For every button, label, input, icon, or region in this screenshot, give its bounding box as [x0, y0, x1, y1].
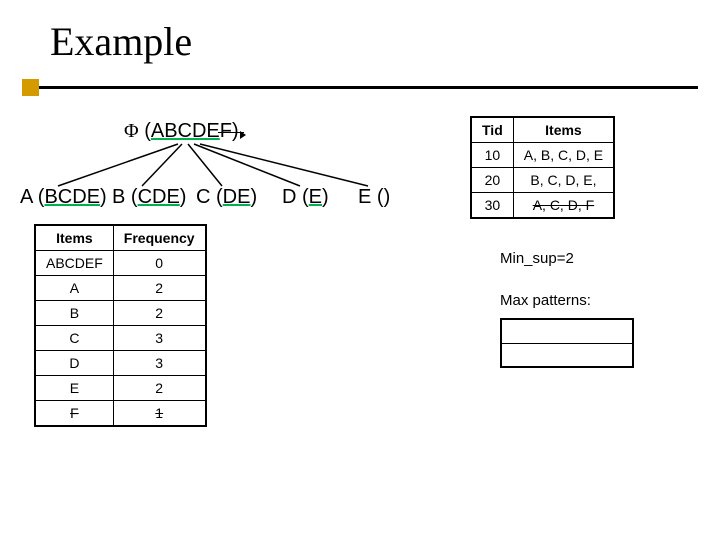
minsup-label: Min_sup=2 [500, 250, 574, 267]
tid-header-row: Tid Items [471, 117, 614, 143]
child-node-d: D (E) [282, 186, 329, 209]
accent-square [22, 79, 39, 96]
freq-row: E2 [35, 376, 206, 401]
slide-title: Example [50, 18, 192, 65]
max-patterns-divider [502, 343, 632, 344]
freq-header-row: Items Frequency [35, 225, 206, 251]
freq-row: C3 [35, 326, 206, 351]
freq-table: Items Frequency ABCDEF0 A2 B2 C3 D3 E2 F… [34, 224, 207, 427]
tid-table-wrap: Tid Items 10 A, B, C, D, E 20 B, C, D, E… [470, 116, 615, 219]
freq-row: ABCDEF0 [35, 251, 206, 276]
freq-table-wrap: Items Frequency ABCDEF0 A2 B2 C3 D3 E2 F… [34, 224, 207, 427]
freq-header-freq: Frequency [113, 225, 205, 251]
tid-row: 30 A, C, D, F [471, 193, 614, 219]
maxpatterns-label: Max patterns: [500, 292, 591, 309]
tid-row: 10 A, B, C, D, E [471, 143, 614, 168]
freq-row: A2 [35, 276, 206, 301]
max-patterns-box [500, 318, 634, 368]
freq-row: B2 [35, 301, 206, 326]
freq-header-items: Items [35, 225, 113, 251]
tid-header-tid: Tid [471, 117, 513, 143]
root-itemset: ABCDEFABCDEF [151, 120, 232, 142]
tid-header-items: Items [513, 117, 614, 143]
tid-row: 20 B, C, D, E, [471, 168, 614, 193]
child-node-c: C (DE) [196, 186, 257, 209]
phi-symbol: Φ [124, 120, 139, 142]
freq-row-struck: F1 [35, 401, 206, 427]
freq-row: D3 [35, 351, 206, 376]
child-node-b: B (CDE) [112, 186, 186, 209]
child-node-e: E () [358, 186, 390, 209]
root-node: Φ (ABCDEFABCDEF) [124, 120, 239, 143]
tid-table: Tid Items 10 A, B, C, D, E 20 B, C, D, E… [470, 116, 615, 219]
hr-divider [22, 86, 698, 89]
child-node-a: A (BCDE) [20, 186, 107, 209]
